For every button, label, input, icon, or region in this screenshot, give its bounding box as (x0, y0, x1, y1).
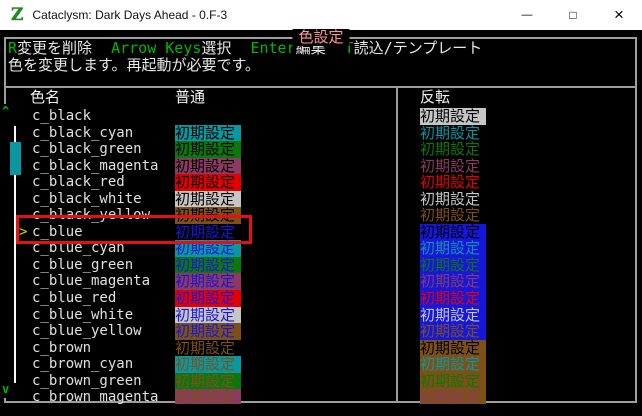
normal-swatch: 初期設定 (175, 356, 241, 373)
color-row[interactable]: c_brown_cyan 初期設定 初期設定 (0, 356, 642, 373)
selection-box (16, 214, 252, 244)
color-row[interactable]: c_blue_green 初期設定 初期設定 (0, 256, 642, 274)
invert-swatch: 初期設定 (420, 356, 486, 373)
invert-swatch: 初期設定 (420, 124, 486, 142)
hotkey-arrows: Arrow Keys (111, 39, 202, 57)
invert-swatch: 初期設定 (420, 372, 486, 390)
color-row[interactable]: c_brown_magenta 初期設定 初期設定 (0, 389, 642, 404)
scrollbar-background (2, 104, 9, 398)
color-name: c_black_red (32, 174, 125, 191)
normal-swatch: 初期設定 (175, 157, 241, 175)
color-name: c_blue_white (32, 306, 134, 323)
app-icon: Z (11, 5, 24, 25)
color-name: c_blue_yellow (32, 323, 142, 340)
normal-swatch: 初期設定 (175, 174, 241, 191)
invert-swatch: 初期設定 (420, 389, 486, 404)
color-name: c_blue_green (32, 256, 134, 273)
normal-swatch: 初期設定 (175, 306, 241, 324)
color-row[interactable]: c_black 初期設定 初期設定 (0, 108, 642, 125)
normal-swatch: 初期設定 (175, 290, 241, 307)
column-header-name: 色名 (30, 88, 61, 106)
window-title: Cataclysm: Dark Days Ahead - 0.F-3 (32, 8, 228, 22)
color-row[interactable]: c_black_cyan 初期設定 初期設定 (0, 124, 642, 142)
header-separator (4, 86, 637, 88)
invert-swatch: 初期設定 (420, 190, 486, 208)
invert-swatch: 初期設定 (420, 290, 486, 307)
hotkey-template-label: 読込/テンプレート (353, 39, 483, 57)
hotkey-remove-label: 変更を削除 (17, 39, 93, 57)
invert-swatch: 初期設定 (420, 207, 486, 224)
maximize-button[interactable]: □ (550, 0, 596, 30)
scroll-up-icon[interactable]: ^ (2, 105, 9, 117)
color-name: c_brown_green (32, 372, 142, 389)
normal-swatch: 初期設定 (175, 190, 241, 208)
page-title: 色設定 (292, 29, 350, 46)
normal-swatch: 初期設定 (175, 141, 241, 158)
close-icon: × (614, 5, 624, 24)
selection-cursor-icon: > (19, 223, 28, 240)
column-header-invert: 反転 (420, 88, 451, 106)
color-row[interactable]: c_brown 初期設定 初期設定 (0, 339, 642, 357)
color-name: c_black_cyan (32, 124, 134, 141)
color-name: c_brown_cyan (32, 356, 134, 373)
normal-swatch: 初期設定 (175, 256, 241, 274)
color-name: c_black (32, 108, 92, 124)
color-row[interactable]: c_blue_white 初期設定 初期設定 (0, 306, 642, 324)
invert-swatch: 初期設定 (420, 306, 486, 324)
color-row[interactable]: c_black_green 初期設定 初期設定 (0, 141, 642, 158)
scroll-down-icon[interactable]: v (2, 383, 9, 395)
invert-swatch: 初期設定 (420, 240, 486, 257)
invert-swatch: 初期設定 (420, 223, 486, 241)
invert-swatch: 初期設定 (420, 174, 486, 191)
minimize-button[interactable]: — (504, 0, 550, 30)
color-name: c_brown_magenta (32, 389, 159, 404)
color-name: c_black_green (32, 141, 142, 158)
invert-swatch: 初期設定 (420, 273, 486, 291)
hotkey-enter: Enter (250, 39, 296, 57)
color-row[interactable]: c_blue_magenta 初期設定 初期設定 (0, 273, 642, 291)
color-name: c_blue_magenta (32, 273, 151, 290)
invert-swatch: 初期設定 (420, 141, 486, 158)
minimize-icon: — (521, 9, 533, 21)
color-name: c_black_magenta (32, 157, 159, 174)
invert-swatch: 初期設定 (420, 108, 486, 125)
scrollbar-thumb[interactable] (10, 142, 21, 175)
column-header-normal: 普通 (175, 88, 206, 106)
maximize-icon: □ (569, 8, 577, 22)
normal-swatch: 初期設定 (175, 339, 241, 357)
invert-swatch: 初期設定 (420, 339, 486, 357)
invert-swatch: 初期設定 (420, 256, 486, 274)
normal-swatch: 初期設定 (175, 273, 241, 291)
color-row[interactable]: c_blue_red 初期設定 初期設定 (0, 290, 642, 307)
color-row[interactable]: c_brown_green 初期設定 初期設定 (0, 372, 642, 390)
caption-buttons: — □ × (504, 0, 642, 30)
invert-swatch: 初期設定 (420, 323, 486, 340)
normal-swatch: 初期設定 (175, 389, 241, 404)
color-row[interactable]: c_black_magenta 初期設定 初期設定 (0, 157, 642, 175)
color-name: c_black_white (32, 190, 142, 207)
color-row[interactable]: c_black_red 初期設定 初期設定 (0, 174, 642, 191)
color-list: c_black 初期設定 初期設定 c_black_cyan 初期設定 初期設定… (0, 108, 642, 404)
normal-swatch: 初期設定 (175, 323, 241, 340)
color-settings-screen: 色設定 R変更を削除 Arrow Keys選択 Enter編集 T読込/テンプレ… (0, 29, 642, 416)
invert-swatch: 初期設定 (420, 157, 486, 175)
window-titlebar[interactable]: Z Cataclysm: Dark Days Ahead - 0.F-3 — □… (0, 0, 642, 30)
normal-swatch: 初期設定 (175, 124, 241, 142)
normal-swatch: 初期設定 (175, 372, 241, 390)
help-description: 色を変更します。再起動が必要です。 (8, 56, 261, 74)
color-row[interactable]: > c_blue 初期設定 初期設定 (0, 214, 642, 244)
color-row[interactable]: c_black_white 初期設定 初期設定 (0, 190, 642, 208)
hotkey-remove: R (8, 39, 18, 57)
normal-swatch: 初期設定 (175, 108, 241, 125)
close-button[interactable]: × (596, 0, 642, 30)
color-name: c_brown (32, 339, 92, 356)
color-row[interactable]: c_blue_yellow 初期設定 初期設定 (0, 323, 642, 340)
help-line-keys: R変更を削除 Arrow Keys選択 Enter編集 T読込/テンプレート (8, 40, 492, 57)
hotkey-arrows-label: 選択 (201, 39, 232, 57)
color-name: c_blue_red (32, 290, 117, 307)
